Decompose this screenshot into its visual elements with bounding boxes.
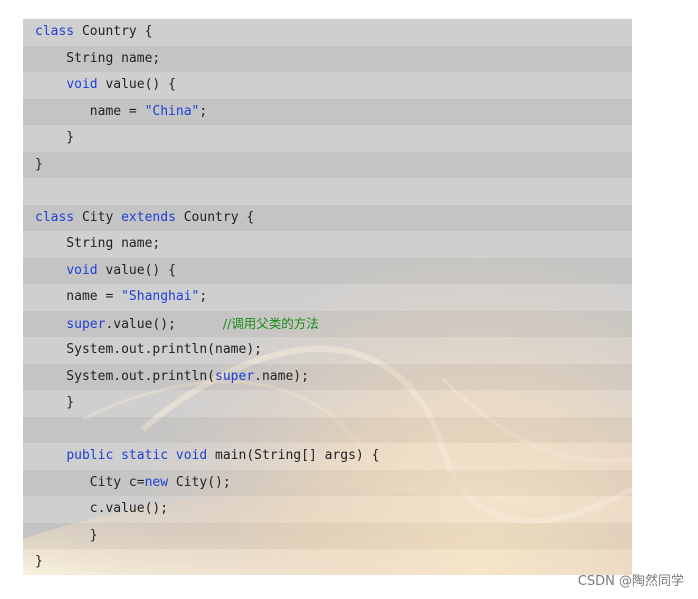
code-token: } <box>35 554 43 569</box>
code-line: } <box>23 523 632 550</box>
code-line: System.out.println(super.name); <box>23 364 632 391</box>
code-token: super <box>215 368 255 384</box>
code-token: ; <box>199 289 208 304</box>
code-line: } <box>23 152 632 179</box>
code-line: c.value(); <box>23 496 632 523</box>
code-token: main(String[] args) { <box>207 448 380 463</box>
code-token: String name; <box>35 50 161 66</box>
code-token: City(); <box>168 474 231 490</box>
code-line <box>23 178 632 205</box>
code-token: void <box>66 262 98 278</box>
code-token: Country { <box>175 209 255 225</box>
code-token: extends <box>121 209 176 225</box>
code-token: } <box>35 130 75 145</box>
code-token: } <box>35 395 75 410</box>
code-token: value() { <box>97 262 176 278</box>
code-line: name = "China"; <box>23 99 632 126</box>
code-token: } <box>35 527 98 543</box>
code-token: public static void <box>66 448 208 463</box>
code-token: System.out.println(name); <box>35 342 262 357</box>
code-line: String name; <box>23 46 632 73</box>
code-line: } <box>23 125 632 152</box>
code-line: void value() { <box>23 72 632 99</box>
code-line: City c=new City(); <box>23 470 632 497</box>
code-line: super.value(); //调用父类的方法 <box>23 311 632 338</box>
code-line: class Country { <box>23 19 632 46</box>
code-token: new <box>144 474 169 490</box>
code-line: String name; <box>23 231 632 258</box>
watermark-label: CSDN @陶然同学 <box>577 574 684 589</box>
code-token: City c= <box>35 474 145 490</box>
code-token: } <box>35 156 43 172</box>
code-token: //调用父类的方法 <box>222 315 319 331</box>
code-token: "Shanghai" <box>121 289 200 304</box>
code-token: name = <box>35 289 122 304</box>
code-line: } <box>23 390 632 417</box>
code-token: class <box>35 24 75 39</box>
code-token: "China" <box>144 103 200 119</box>
code-token: c.value(); <box>35 501 169 516</box>
code-line: name = "Shanghai"; <box>23 284 632 311</box>
code-token: super <box>66 316 106 332</box>
code-token: void <box>66 77 98 92</box>
code-token: Country { <box>74 24 153 39</box>
code-line: void value() { <box>23 258 632 285</box>
code-token: class <box>35 209 75 225</box>
code-line: System.out.println(name); <box>23 337 632 364</box>
code-token: .name); <box>254 368 309 384</box>
code-block: class Country { String name; void value(… <box>23 19 632 575</box>
code-token: City <box>74 209 122 225</box>
code-token: .value(); <box>105 316 223 332</box>
code-token: System.out.println( <box>35 368 216 384</box>
code-lines: class Country { String name; void value(… <box>23 19 632 575</box>
code-token: value() { <box>97 77 176 92</box>
code-line: class City extends Country { <box>23 205 632 232</box>
code-token: ; <box>199 103 208 119</box>
code-line: public static void main(String[] args) { <box>23 443 632 470</box>
code-line: } <box>23 549 632 575</box>
code-token: String name; <box>35 236 161 251</box>
code-token: name = <box>35 103 145 119</box>
